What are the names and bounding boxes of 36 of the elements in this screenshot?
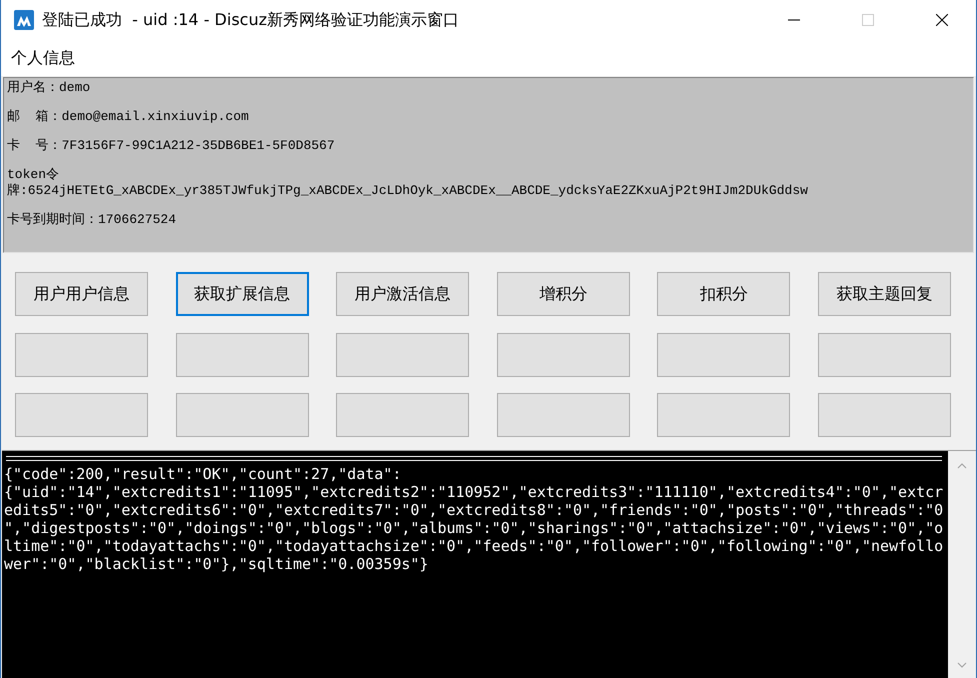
- action-button[interactable]: 增积分: [496, 272, 630, 316]
- action-button[interactable]: 扣积分: [657, 272, 790, 316]
- blank-button[interactable]: [176, 393, 309, 437]
- menu-item[interactable]: 个人信息: [5, 46, 81, 70]
- blank-button[interactable]: [336, 332, 470, 376]
- action-button[interactable]: 获取主题回复: [818, 272, 951, 316]
- blank-button[interactable]: [176, 332, 309, 376]
- action-button[interactable]: 用户激活信息: [336, 272, 470, 316]
- blank-button[interactable]: [818, 393, 951, 437]
- output-line: ","digestposts":"0","doings":"0","blogs":"0","albums":"0","sharings":"0","attachsize":"0","views":"0","o: [4, 519, 944, 537]
- blank-button[interactable]: [818, 332, 951, 376]
- blank-button[interactable]: [657, 393, 790, 437]
- output-line: {"code":200,"result":"OK","count":27,"data":: [4, 465, 402, 483]
- output-line: edits5":"0","extcredits6":"0","extcredits7":"0","extcredits8":"0","friends":"0","posts":"0","threads":"0: [4, 501, 944, 519]
- output-line: ltime":"0","todayattachs":"0","todayattachsize":"0","feeds":"0","follower":"0","following":"0","newfollo: [4, 537, 944, 555]
- blank-button[interactable]: [336, 393, 470, 437]
- maximize-icon[interactable]: [862, 14, 874, 26]
- info-line: token令 牌:6524jHETEtG_xABCDEx_yr385TJWfukjTPg_xABCDEx_JcLDhOyk_xABCDEx__ABCDE_ydcksYaE2ZKxuAjP2t9HIJm2DUkGddsw: [7, 167, 809, 199]
- output-line: wer":"0","blacklist":"0"},"sqltime":"0.00359s"}: [4, 555, 430, 573]
- close-icon[interactable]: [936, 14, 948, 26]
- blank-button[interactable]: [15, 393, 148, 437]
- scroll-up-icon[interactable]: [957, 463, 967, 469]
- blank-button[interactable]: [657, 332, 790, 376]
- blank-button[interactable]: [496, 393, 630, 437]
- info-line: 卡 号：7F3156F7-99C1A212-35DB6BE1-5F0D8567: [7, 138, 336, 154]
- info-line: 用户名：demo: [7, 80, 92, 96]
- app-icon: [14, 10, 34, 30]
- window-title: 登陆已成功 - uid :14 - Discuz新秀网络验证功能演示窗口: [42, 10, 459, 30]
- scroll-down-icon[interactable]: [957, 662, 967, 668]
- action-button[interactable]: 获取扩展信息: [176, 272, 309, 316]
- blank-button[interactable]: [15, 332, 148, 376]
- output-line: {"uid":"14","extcredits1":"11095","extcredits2":"110952","extcredits3":"111110","extcredits4":"0","extcr: [4, 483, 944, 501]
- info-line: 邮 箱：demo@email.xinxiuvip.com: [7, 109, 250, 125]
- action-button[interactable]: 用户用户信息: [15, 272, 148, 316]
- info-line: 卡号到期时间：1706627524: [7, 212, 178, 228]
- blank-button[interactable]: [496, 332, 630, 376]
